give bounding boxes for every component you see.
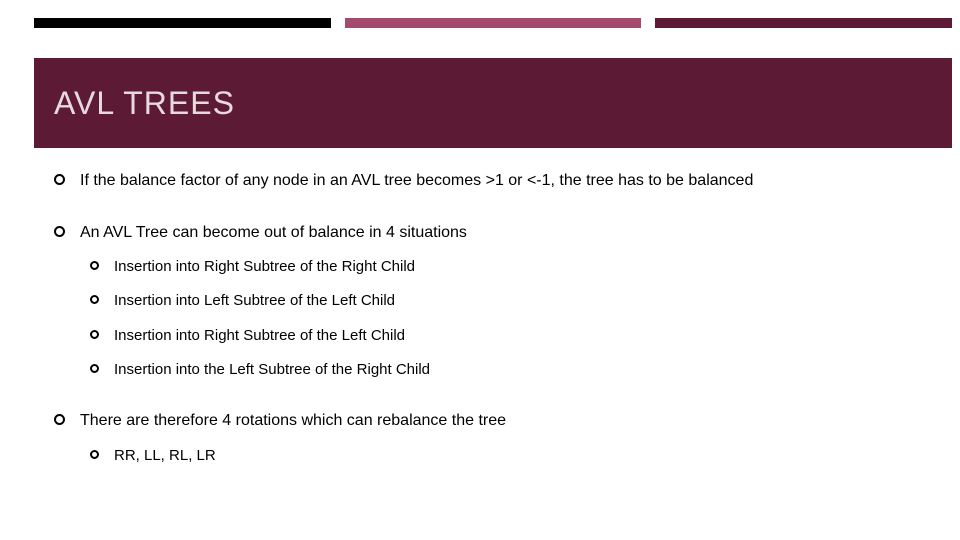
content-body: If the balance factor of any node in an … [54, 170, 930, 496]
title-band: AVL TREES [34, 58, 952, 148]
bullet-text: Insertion into Right Subtree of the Righ… [114, 258, 415, 275]
list-item: There are therefore 4 rotations which ca… [54, 410, 930, 466]
ribbon-segment-maroon [655, 18, 952, 28]
bullet-text: An AVL Tree can become out of balance in… [80, 224, 467, 241]
bullet-list-level1: If the balance factor of any node in an … [54, 170, 930, 466]
ribbon-segment-black [34, 18, 331, 28]
bullet-text: RR, LL, RL, LR [114, 447, 216, 464]
bullet-text: There are therefore 4 rotations which ca… [80, 412, 506, 429]
list-item: An AVL Tree can become out of balance in… [54, 222, 930, 381]
bullet-list-level2: RR, LL, RL, LR [80, 446, 930, 466]
list-item: Insertion into Right Subtree of the Left… [90, 326, 930, 346]
list-item: Insertion into Left Subtree of the Left … [90, 291, 930, 311]
list-item: If the balance factor of any node in an … [54, 170, 930, 192]
bullet-text: If the balance factor of any node in an … [80, 172, 753, 189]
list-item: RR, LL, RL, LR [90, 446, 930, 466]
bullet-list-level2: Insertion into Right Subtree of the Righ… [80, 257, 930, 380]
bullet-text: Insertion into Left Subtree of the Left … [114, 292, 395, 309]
list-item: Insertion into Right Subtree of the Righ… [90, 257, 930, 277]
ribbon-segment-mauve [345, 18, 642, 28]
bullet-text: Insertion into Right Subtree of the Left… [114, 327, 405, 344]
slide-title: AVL TREES [54, 85, 235, 122]
bullet-text: Insertion into the Left Subtree of the R… [114, 361, 430, 378]
slide: AVL TREES If the balance factor of any n… [0, 0, 960, 540]
top-ribbon [34, 18, 952, 28]
list-item: Insertion into the Left Subtree of the R… [90, 360, 930, 380]
